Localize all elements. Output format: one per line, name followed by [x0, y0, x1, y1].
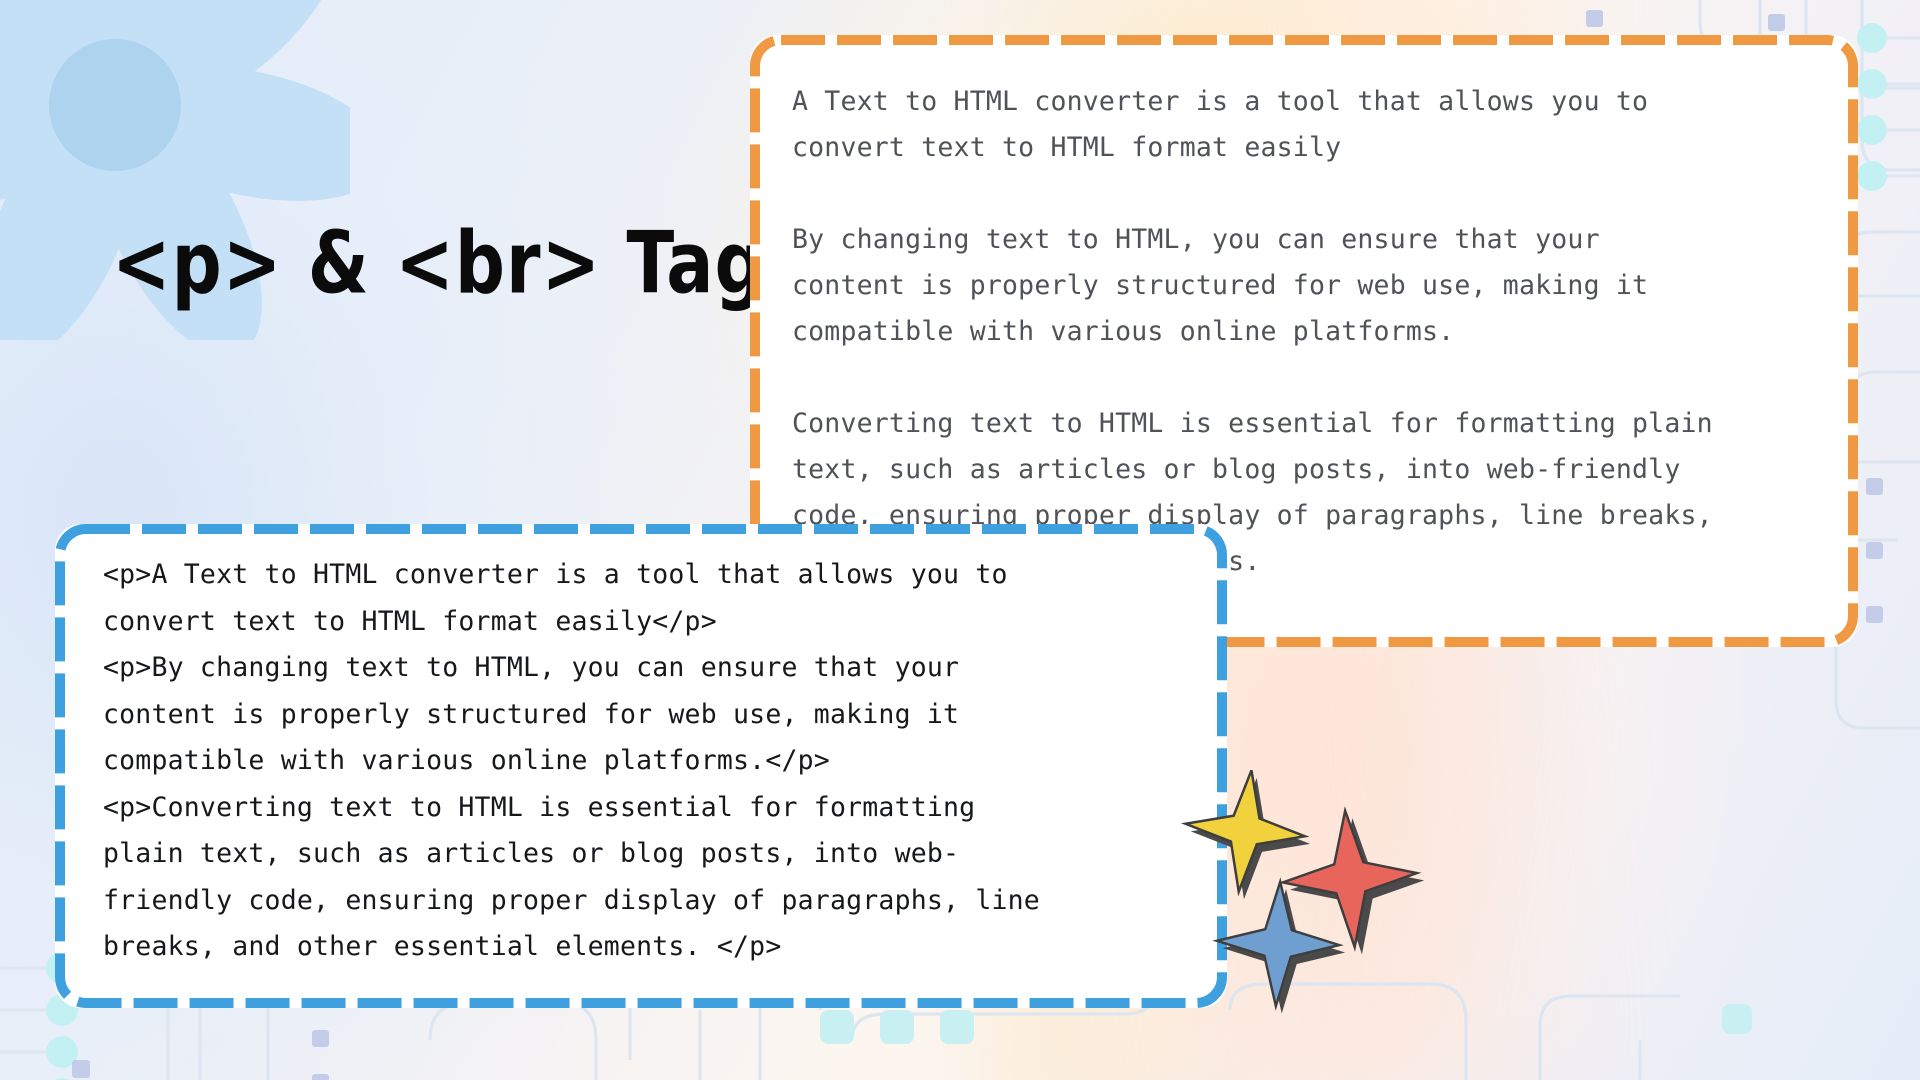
html-source-panel: <p>A Text to HTML converter is a tool th… — [55, 524, 1227, 1008]
blue-star — [1213, 878, 1348, 1016]
html-source-panel-body: <p>A Text to HTML converter is a tool th… — [55, 524, 1227, 1008]
html-source-text: <p>A Text to HTML converter is a tool th… — [103, 559, 1040, 962]
rendered-output-text: A Text to HTML converter is a tool that … — [792, 86, 1713, 577]
sparkle-star-group — [1177, 770, 1429, 1016]
slide-canvas: <p> & <br> Tags A Text to HTML converter… — [0, 0, 1920, 1080]
page-title: <p> & <br> Tags — [112, 212, 809, 314]
